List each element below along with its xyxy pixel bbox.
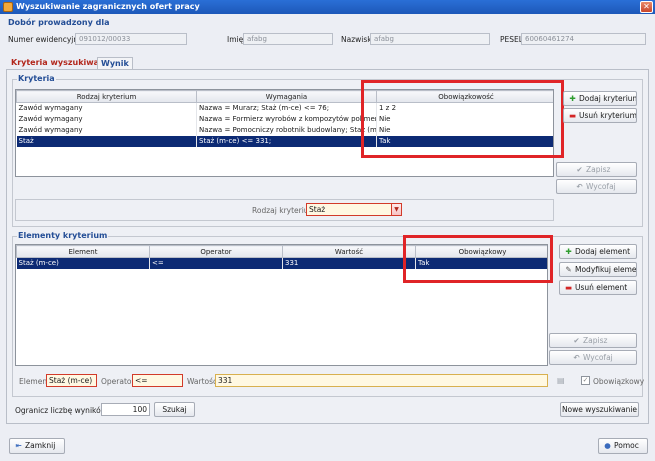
app-icon (3, 2, 13, 12)
cell-element: Staż (m-ce) (16, 257, 150, 269)
elementy-legend: Elementy kryterium (17, 231, 109, 240)
cell-wymagania: Nazwa = Murarz; Staż (m-ce) <= 76; (196, 102, 377, 114)
elementy-col-wartosc[interactable]: Wartość (282, 245, 416, 258)
field-numer-ewidencyjny: 091012/00033 (75, 33, 187, 45)
cell-rodzaj: Zawód wymagany (16, 102, 197, 114)
revert-criterion-button[interactable]: ↶ Wycofaj (556, 179, 637, 194)
elementy-col-element[interactable]: Element (16, 245, 150, 258)
close-button[interactable]: ⇤ Zamknij (9, 438, 65, 454)
kryteria-row[interactable]: Zawód wymagany Nazwa = Pomocniczy robotn… (16, 124, 553, 136)
kryteria-col-obowiazkowosc[interactable]: Obowiązkowość (376, 90, 553, 103)
cell-wartosc: 331 (282, 257, 416, 269)
new-search-button[interactable]: Nowe wyszukiwanie (560, 402, 639, 417)
cell-wymagania: Staż (m-ce) <= 331; (196, 135, 377, 147)
tab-wynik[interactable]: Wynik (97, 57, 133, 69)
field-pesel: 60060461274 (521, 33, 646, 45)
add-element-button[interactable]: ✚ Dodaj element (559, 244, 637, 259)
rodzaj-kryterium-select[interactable]: Staż ▼ (306, 203, 402, 216)
kryteria-col-rodzaj[interactable]: Rodzaj kryterium (16, 90, 197, 103)
window-titlebar: Wyszukiwanie zagranicznych ofert pracy ✕ (0, 0, 655, 14)
search-button[interactable]: Szukaj (154, 402, 195, 417)
label-pesel: PESEL (500, 35, 523, 44)
limit-input[interactable]: 100 (101, 403, 150, 416)
elementy-row-selected[interactable]: Staż (m-ce) <= 331 Tak (16, 257, 547, 269)
elementy-col-operator[interactable]: Operator (149, 245, 283, 258)
cell-rodzaj: Zawód wymagany (16, 113, 197, 125)
obowiazkowy-checkbox[interactable]: ✓ (581, 376, 590, 385)
label-obowiazkowy: Obowiązkowy (593, 377, 645, 386)
cell-obowiazkowosc: Nie (376, 113, 553, 125)
document-icon[interactable]: ▤ (557, 376, 567, 386)
remove-element-button[interactable]: ▬ Usuń element (559, 280, 637, 295)
section-title-dobor: Dobór prowadzony dla (8, 18, 110, 27)
wartosc-input[interactable]: 331 (215, 374, 548, 387)
operator-input[interactable]: <= (132, 374, 183, 387)
help-button[interactable]: ● Pomoc (598, 438, 648, 454)
label-operator: Operator (101, 377, 135, 386)
save-criterion-button[interactable]: ✔ Zapisz (556, 162, 637, 177)
kryteria-table: Rodzaj kryterium Wymagania Obowiązkowość… (15, 89, 554, 177)
cell-obowiazkowosc: 1 z 2 (376, 102, 553, 114)
cell-rodzaj: Staż (16, 135, 197, 147)
cell-obowiazkowosc: Tak (376, 135, 553, 147)
chevron-down-icon[interactable]: ▼ (391, 203, 402, 216)
kryteria-row[interactable]: Zawód wymagany Nazwa = Formierz wyrobów … (16, 113, 553, 125)
cell-obowiazkowy: Tak (415, 257, 547, 269)
kryteria-legend: Kryteria (17, 74, 56, 83)
window-title: Wyszukiwanie zagranicznych ofert pracy (16, 2, 200, 11)
add-criterion-button[interactable]: ✚ Dodaj kryterium (563, 91, 637, 106)
save-element-button[interactable]: ✔ Zapisz (549, 333, 637, 348)
element-input[interactable]: Staż (m-ce) (46, 374, 97, 387)
cell-obowiazkowosc: Nie (376, 124, 553, 136)
field-imie: afabg (243, 33, 333, 45)
close-window-button[interactable]: ✕ (640, 1, 653, 13)
modify-element-button[interactable]: ✎Modyfikuj element (559, 262, 637, 277)
remove-criterion-button[interactable]: ▬ Usuń kryterium (563, 108, 637, 123)
kryteria-row-selected[interactable]: Staż Staż (m-ce) <= 331; Tak (16, 135, 553, 147)
cell-wymagania: Nazwa = Formierz wyrobów z kompozytów po… (196, 113, 377, 125)
revert-element-button[interactable]: ↶ Wycofaj (549, 350, 637, 365)
cell-rodzaj: Zawód wymagany (16, 124, 197, 136)
field-nazwisko: afabg (370, 33, 490, 45)
cell-operator: <= (149, 257, 283, 269)
label-wartosc: Wartość (187, 377, 218, 386)
kryteria-row[interactable]: Zawód wymagany Nazwa = Murarz; Staż (m-c… (16, 102, 553, 114)
kryteria-col-wymagania[interactable]: Wymagania (196, 90, 377, 103)
label-numer: Numer ewidencyjny (8, 35, 83, 44)
cell-wymagania: Nazwa = Pomocniczy robotnik budowlany; S… (196, 124, 377, 136)
elementy-col-obowiazkowy[interactable]: Obowiązkowy (415, 245, 547, 258)
label-imie: Imię (227, 35, 244, 44)
elementy-table: Element Operator Wartość Obowiązkowy Sta… (15, 244, 548, 366)
